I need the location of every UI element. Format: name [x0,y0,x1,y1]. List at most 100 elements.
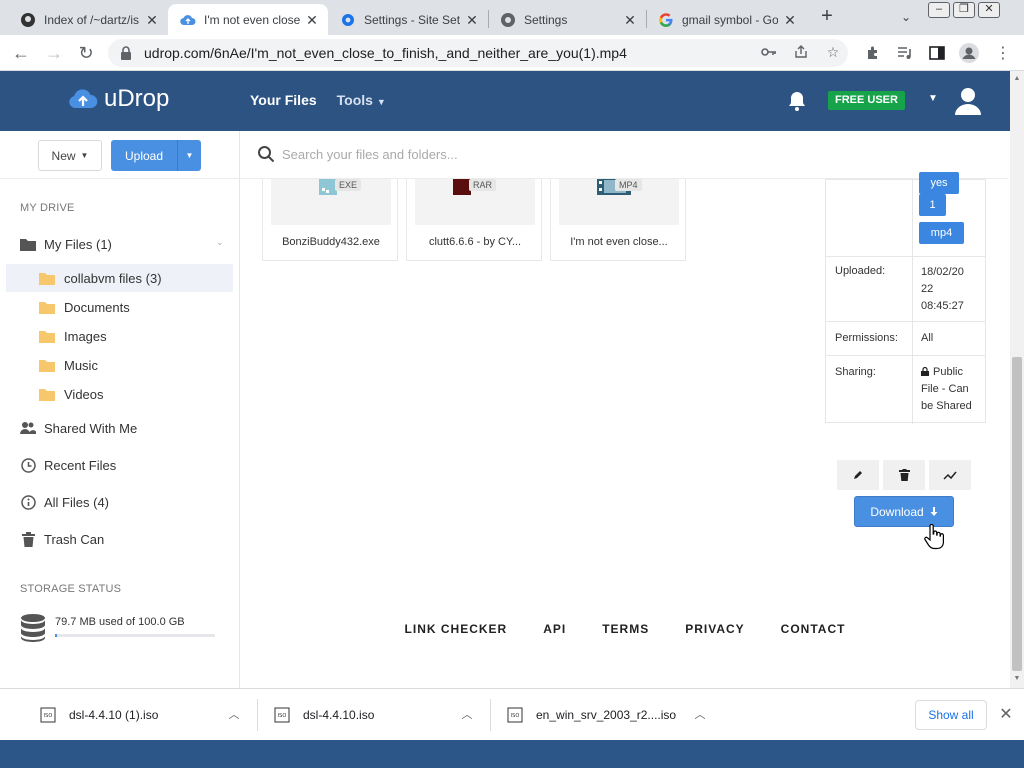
bookmark-star-icon[interactable]: ☆ [824,43,842,61]
tab-google-search[interactable]: gmail symbol - Goo ✕ [646,4,806,35]
share-icon[interactable] [792,43,810,61]
nav-your-files[interactable]: Your Files [250,92,317,108]
nav-tools[interactable]: Tools ▼ [337,92,386,108]
github-favicon-icon [20,12,36,28]
storage-status-heading: STORAGE STATUS [20,583,122,595]
file-card[interactable]: MP4 I'm not even close... [550,179,686,261]
footer-link-api[interactable]: API [543,622,566,646]
folder-videos[interactable]: Videos [6,380,233,408]
sidebar-item-shared-with-me[interactable]: Shared With Me [20,416,232,440]
file-thumbnail: RAR [415,179,535,225]
show-all-downloads-button[interactable]: Show all [915,700,987,730]
udrop-favicon-icon [180,12,196,28]
google-favicon-icon [658,12,674,28]
folder-images[interactable]: Images [6,322,233,350]
tab-settings[interactable]: Settings ✕ [488,4,646,35]
new-tab-plus-icon[interactable]: + [816,6,838,28]
window-close-icon[interactable]: ✕ [978,2,1000,18]
sidebar-item-all-files[interactable]: All Files (4) [20,490,232,514]
upload-button[interactable]: Upload ▼ [111,140,201,171]
sidebar-item-my-files[interactable]: My Files (1) [20,232,232,256]
search-bar [240,131,1008,179]
chevron-up-icon[interactable]: ︿ [226,706,242,722]
new-button-label: New [51,148,76,163]
download-button[interactable]: Download [854,496,954,527]
stats-chart-icon [943,471,957,480]
lock-icon [921,365,929,376]
restore-icon[interactable]: ❐ [953,2,975,18]
footer-link-link-checker[interactable]: LINK CHECKER [405,622,508,646]
chevron-down-icon[interactable]: ⌄ [216,237,224,248]
address-bar[interactable]: udrop.com/6nAe/I'm_not_even_close_to_fin… [108,39,848,67]
svg-text:ISO: ISO [511,713,520,719]
trash-icon [898,469,910,481]
stats-button[interactable] [929,460,971,490]
file-tag-button[interactable]: yes [919,172,959,194]
sidebar-item-recent-files[interactable]: Recent Files [20,453,232,477]
reload-icon[interactable]: ↻ [74,41,98,65]
close-icon[interactable]: ✕ [144,12,160,28]
close-icon[interactable]: ✕ [464,12,480,28]
tab-site-settings[interactable]: Settings - Site Setti ✕ [328,4,488,35]
storage-usage-text: 79.7 MB used of 100.0 GB [55,616,185,628]
account-type-badge[interactable]: FREE USER [828,91,905,110]
chevron-up-icon[interactable]: ︿ [692,706,708,722]
upload-dropdown-caret-icon[interactable]: ▼ [177,140,201,171]
page-scrollbar[interactable]: ▲ ▼ [1010,71,1024,688]
tab-title: Index of /~dartz/is [44,12,140,27]
forward-arrow-icon[interactable]: → [42,41,66,65]
notification-bell-icon[interactable] [786,90,808,112]
search-input[interactable] [282,143,782,165]
lock-icon [120,46,134,60]
footer-link-terms[interactable]: TERMS [602,622,649,646]
folder-documents[interactable]: Documents [6,293,233,321]
edit-button[interactable] [837,460,879,490]
scroll-down-arrow-icon[interactable]: ▼ [1013,675,1021,683]
scrollbar-thumb[interactable] [1012,357,1022,671]
folder-music[interactable]: Music [6,351,233,379]
new-button[interactable]: New ▼ [38,140,102,171]
download-item[interactable]: ISO dsl-4.4.10.iso ︿ [274,689,484,741]
side-panel-icon[interactable] [927,43,947,63]
tab-current-file[interactable]: I'm not even close t ✕ [168,4,328,35]
tab-search-chevron-icon[interactable]: ⌄ [896,6,916,28]
folder-collabvm-files[interactable]: collabvm files (3) [6,264,233,292]
user-menu-caret-icon[interactable]: ▼ [928,93,938,104]
close-icon[interactable]: ✕ [304,12,320,28]
user-avatar-icon[interactable] [951,83,985,117]
download-item[interactable]: ISO dsl-4.4.10 (1).iso ︿ [40,689,250,741]
folder-icon [39,272,55,285]
file-tag-button[interactable]: 1 [919,194,946,216]
os-taskbar [0,740,1024,768]
footer-link-contact[interactable]: CONTACT [781,622,846,646]
close-downloads-bar-icon[interactable]: ✕ [996,705,1016,725]
profile-avatar-icon[interactable] [959,43,979,63]
folder-icon [39,330,55,343]
file-card[interactable]: RAR clutt6.6.6 - by CY... [406,179,542,261]
delete-button[interactable] [883,460,925,490]
uploaded-date-line: 18/02/20 [921,266,964,278]
back-arrow-icon[interactable]: ← [9,41,33,65]
chevron-up-icon[interactable]: ︿ [459,706,475,722]
footer-link-privacy[interactable]: PRIVACY [685,622,744,646]
upload-button-label: Upload [124,148,164,163]
browser-menu-icon[interactable]: ⋮ [993,43,1013,63]
storage-usage-bar [55,634,215,637]
close-icon[interactable]: ✕ [622,12,638,28]
media-playlist-icon[interactable] [895,43,915,63]
extensions-puzzle-icon[interactable] [863,43,883,63]
folder-icon [39,388,55,401]
scroll-up-arrow-icon[interactable]: ▲ [1013,75,1021,83]
tab-index-of[interactable]: Index of /~dartz/is ✕ [8,4,168,35]
key-icon[interactable] [760,43,778,61]
permissions-label: Permissions: [835,332,898,344]
close-icon[interactable]: ✕ [782,12,798,28]
minimize-icon[interactable]: – [928,2,950,18]
tab-title: gmail symbol - Goo [682,12,778,27]
udrop-logo[interactable]: uDrop [68,85,169,113]
url-text: udrop.com/6nAe/I'm_not_even_close_to_fin… [144,45,627,61]
file-tag-button[interactable]: mp4 [919,222,964,244]
download-item[interactable]: ISO en_win_srv_2003_r2....iso ︿ [507,689,722,741]
file-card[interactable]: EXE BonziBuddy432.exe [262,179,398,261]
sidebar-item-trash-can[interactable]: Trash Can [20,527,232,551]
